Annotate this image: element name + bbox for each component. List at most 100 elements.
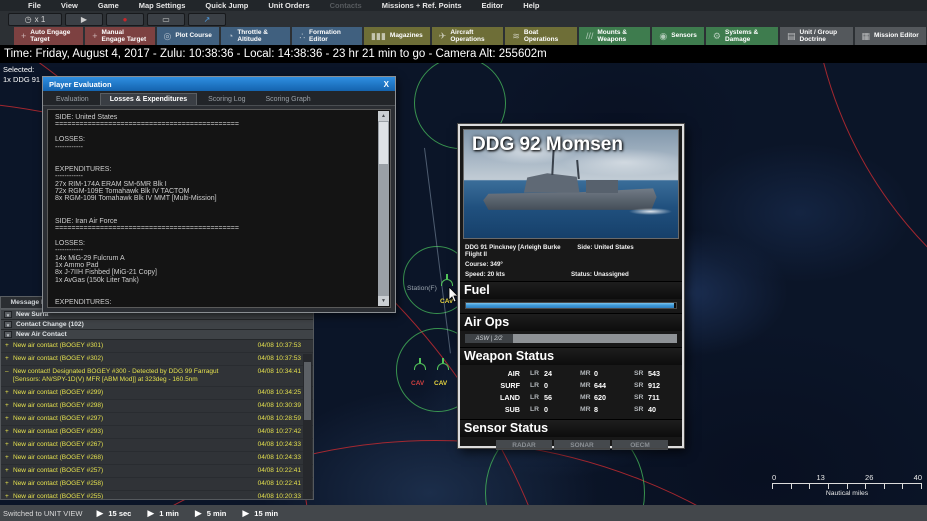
menu-item[interactable]: Quick Jump bbox=[205, 1, 248, 10]
message-log-entry[interactable]: + New air contact (BOGEY #301) 04/08 10:… bbox=[1, 340, 313, 353]
dialog-text-line bbox=[55, 151, 372, 158]
menu-item[interactable]: File bbox=[28, 1, 41, 10]
mr-value: 8 bbox=[594, 404, 598, 414]
dialog-tab[interactable]: Scoring Graph bbox=[256, 94, 319, 105]
scrollbar-thumb[interactable] bbox=[379, 122, 388, 164]
close-icon[interactable]: X bbox=[384, 80, 389, 89]
scrollbar-thumb[interactable] bbox=[304, 362, 311, 420]
expand-indicator[interactable]: + bbox=[5, 467, 13, 474]
camera-button[interactable]: ▭ bbox=[147, 12, 185, 26]
time-advance-label: 5 min bbox=[206, 508, 227, 518]
message-log-entry[interactable]: + New air contact (BOGEY #297) 04/08 10:… bbox=[1, 413, 313, 426]
expand-indicator[interactable]: + bbox=[5, 355, 13, 362]
toolbar-button[interactable]: + Manual Engage Target bbox=[85, 27, 155, 45]
menu-item[interactable]: Contacts bbox=[330, 1, 362, 10]
time-advance-button[interactable]: ▶ 15 min bbox=[242, 507, 278, 518]
play-icon: ▶ bbox=[242, 507, 250, 518]
message-group-header[interactable]: ▼ Contact Change (102) bbox=[1, 320, 313, 330]
toolbar-button[interactable]: ✈ Aircraft Operations bbox=[431, 27, 504, 45]
dialog-text-line: ------------ bbox=[55, 143, 83, 151]
toolbar-button[interactable]: + Auto Engage Target bbox=[14, 27, 84, 45]
time-advance-button[interactable]: ▶ 5 min bbox=[195, 508, 227, 518]
toolbar-button[interactable]: ⚙ Systems & Damage bbox=[705, 27, 778, 45]
scroll-up-icon[interactable]: ▲ bbox=[378, 111, 389, 121]
expand-indicator[interactable]: + bbox=[5, 389, 13, 396]
air-unit-symbol[interactable] bbox=[414, 358, 426, 370]
collapse-icon[interactable]: ▼ bbox=[4, 321, 12, 328]
dialog-tab[interactable]: Evaluation bbox=[47, 94, 98, 105]
message-log-entry[interactable]: + New air contact (BOGEY #293) 04/08 10:… bbox=[1, 426, 313, 439]
message-log-scrollbar[interactable] bbox=[303, 354, 312, 499]
message-log-entry[interactable]: + New air contact (BOGEY #299) 04/08 10:… bbox=[1, 387, 313, 400]
message-log-entry[interactable]: + New air contact (BOGEY #302) 04/08 10:… bbox=[1, 353, 313, 366]
sensor-toggle-button[interactable]: SONAR bbox=[554, 440, 610, 450]
message-log-entry[interactable]: + New air contact (BOGEY #267) 04/08 10:… bbox=[1, 439, 313, 452]
toolbar-button[interactable]: ∴ Formation Editor bbox=[292, 27, 363, 45]
weapon-category: LAND bbox=[500, 392, 520, 402]
menu-item[interactable]: View bbox=[61, 1, 78, 10]
toolbar-button[interactable]: ◎ Plot Course bbox=[156, 27, 219, 45]
time-advance-button[interactable]: ▶ 15 sec bbox=[96, 508, 131, 518]
expand-indicator[interactable]: + bbox=[5, 402, 13, 409]
expand-indicator[interactable]: – bbox=[5, 368, 13, 375]
dialog-text-line: 8x J-7IIH Fishbed [MiG-21 Copy] bbox=[55, 269, 157, 277]
expand-indicator[interactable]: + bbox=[5, 441, 13, 448]
collapse-icon[interactable]: ▼ bbox=[4, 311, 12, 318]
message-log-entry[interactable]: + New air contact (BOGEY #255) 04/08 10:… bbox=[1, 491, 313, 499]
menu-item[interactable]: Help bbox=[523, 1, 539, 10]
menu-item[interactable]: Missions + Ref. Points bbox=[382, 1, 462, 10]
message-list: + New air contact (BOGEY #301) 04/08 10:… bbox=[1, 340, 313, 499]
toolbar-button[interactable]: ▮▮▮ Magazines bbox=[364, 27, 430, 45]
menu-item[interactable]: Unit Orders bbox=[268, 1, 309, 10]
sensor-toggle-button[interactable]: OECM bbox=[612, 440, 668, 450]
dialog-scrollbar[interactable]: ▲ ▼ bbox=[378, 111, 389, 306]
unit-info-block: DDG 91 Pinckney [Arleigh Burke Flight II… bbox=[460, 239, 682, 281]
air-ops-bar[interactable]: ASW | 2/2 bbox=[465, 334, 677, 343]
jump-arrow-icon: ↗ bbox=[203, 14, 211, 24]
expand-indicator[interactable]: + bbox=[5, 415, 13, 422]
expand-indicator[interactable]: + bbox=[5, 454, 13, 461]
expand-indicator[interactable]: + bbox=[5, 342, 13, 349]
menu-item[interactable]: Editor bbox=[482, 1, 504, 10]
expand-indicator[interactable]: + bbox=[5, 480, 13, 487]
message-text: New air contact (BOGEY #267) bbox=[13, 441, 104, 448]
time-advance-button[interactable]: ▶ 1 min bbox=[147, 508, 179, 518]
menu-item[interactable]: Game bbox=[98, 1, 119, 10]
air-unit-symbol[interactable] bbox=[441, 274, 453, 286]
toolbar-button[interactable]: /// Mounts & Weapons bbox=[578, 27, 651, 45]
toolbar-button[interactable]: ◔ Throttle & Altitude bbox=[220, 27, 291, 45]
dialog-tab[interactable]: Losses & Expenditures bbox=[99, 93, 198, 105]
toolbar-button-label: Magazines bbox=[389, 32, 423, 40]
sensor-toggle-button[interactable]: RADAR bbox=[496, 440, 552, 450]
dialog-text-line: 1x AvGas (150k Liter Tank) bbox=[55, 276, 139, 284]
menu-item[interactable]: Map Settings bbox=[139, 1, 186, 10]
unit-label: CAV bbox=[434, 380, 448, 387]
expand-indicator[interactable]: + bbox=[5, 493, 13, 499]
collapse-icon[interactable]: ▼ bbox=[4, 331, 12, 338]
lr-value: 0 bbox=[544, 404, 548, 414]
message-log-entry[interactable]: + New air contact (BOGEY #257) 04/08 10:… bbox=[1, 465, 313, 478]
toolbar-button[interactable]: ◉ Sensors bbox=[652, 27, 704, 45]
toolbar-button[interactable]: ▦ Mission Editor bbox=[854, 27, 926, 45]
expand-indicator[interactable]: + bbox=[5, 428, 13, 435]
scroll-down-icon[interactable]: ▼ bbox=[378, 296, 389, 306]
message-log-entry[interactable]: – New contact! Designated BOGEY #300 - D… bbox=[1, 366, 313, 387]
jump-button[interactable]: ↗ bbox=[188, 12, 226, 26]
dialog-title-bar[interactable]: Player Evaluation X bbox=[43, 77, 395, 91]
fuel-section-header: Fuel bbox=[460, 281, 682, 299]
record-button[interactable]: ● bbox=[106, 12, 144, 26]
lr-column-label: LR bbox=[530, 381, 540, 389]
message-group-header[interactable]: ▼ New Air Contact bbox=[1, 330, 313, 340]
message-text: New air contact (BOGEY #297) bbox=[13, 415, 104, 422]
toolbar-button[interactable]: ≋ Boat Operations bbox=[505, 27, 577, 45]
message-log-entry[interactable]: + New air contact (BOGEY #268) 04/08 10:… bbox=[1, 452, 313, 465]
play-button[interactable]: ▶ bbox=[65, 12, 103, 26]
air-unit-symbol[interactable] bbox=[437, 358, 449, 370]
dialog-tab[interactable]: Scoring Log bbox=[199, 94, 254, 105]
toolbar-button[interactable]: ▤ Unit / Group Doctrine bbox=[779, 27, 853, 45]
message-log-entry[interactable]: + New air contact (BOGEY #298) 04/08 10:… bbox=[1, 400, 313, 413]
message-time: 04/08 10:24:33 bbox=[257, 454, 301, 461]
message-log-entry[interactable]: + New air contact (BOGEY #258) 04/08 10:… bbox=[1, 478, 313, 491]
time-compression-button[interactable]: ◷ x 1 bbox=[8, 12, 62, 26]
ship-mast bbox=[576, 160, 580, 180]
